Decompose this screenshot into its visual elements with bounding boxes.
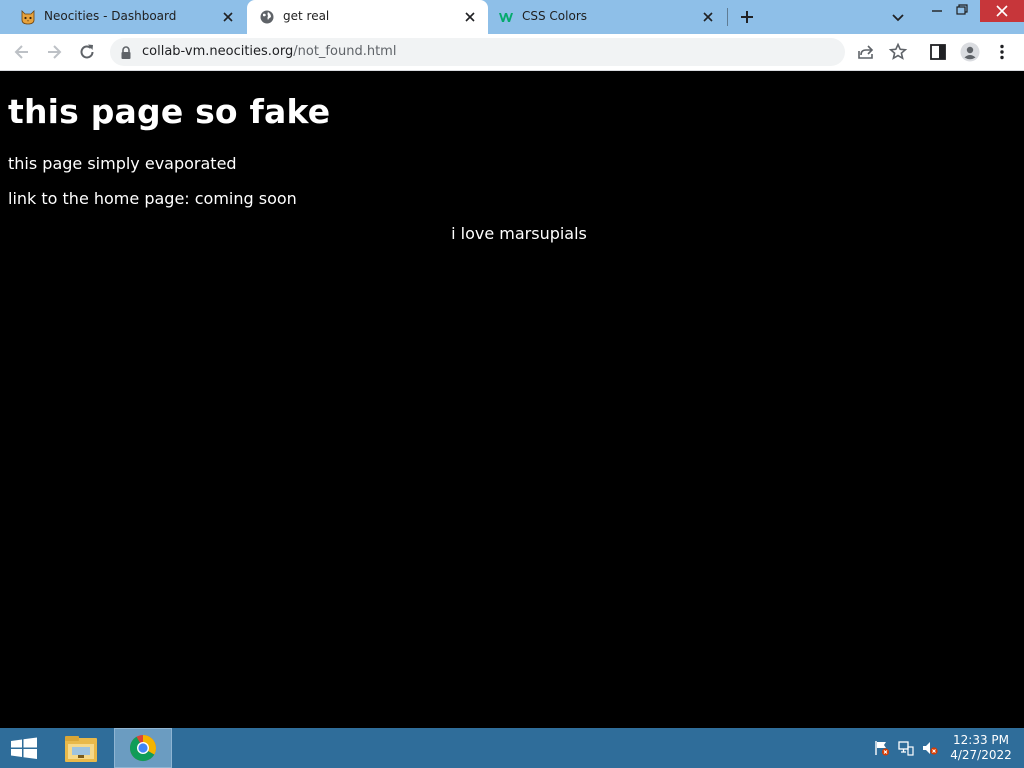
url-text: collab-vm.neocities.org/not_found.html <box>142 44 396 59</box>
tab-css-colors[interactable]: CSS Colors <box>488 0 726 34</box>
forward-arrow-icon[interactable] <box>44 42 64 62</box>
address-bar[interactable]: collab-vm.neocities.org/not_found.html <box>110 38 845 66</box>
chevron-down-icon[interactable] <box>890 9 906 25</box>
side-panel-icon[interactable] <box>928 42 948 62</box>
page-text-marsupials: i love marsupials <box>451 224 587 243</box>
close-tab-icon[interactable] <box>462 9 478 25</box>
clock-time: 12:33 PM <box>953 733 1009 747</box>
reload-icon[interactable] <box>77 42 97 62</box>
globe-icon <box>259 9 275 25</box>
bookmark-star-icon[interactable] <box>888 42 908 62</box>
tab-title: get real <box>283 9 330 23</box>
file-explorer-taskbar-button[interactable] <box>58 728 104 768</box>
page-text-evaporated: this page simply evaporated <box>8 154 237 173</box>
chrome-icon <box>129 735 157 762</box>
windows-taskbar: 12:33 PM 4/27/2022 <box>0 728 1024 768</box>
tab-strip: Neocities - Dashboard get real CSS Color… <box>0 0 1024 34</box>
restore-window-icon[interactable] <box>946 0 976 22</box>
close-tab-icon[interactable] <box>700 9 716 25</box>
tab-neocities-dashboard[interactable]: Neocities - Dashboard <box>0 0 246 34</box>
start-button[interactable] <box>0 728 48 768</box>
network-icon[interactable] <box>898 740 914 756</box>
web-page-content: this page so fake this page simply evapo… <box>0 71 1024 728</box>
tab-get-real[interactable]: get real <box>247 0 488 34</box>
new-tab-plus-icon[interactable] <box>738 8 756 26</box>
url-host: collab-vm.neocities.org <box>142 44 294 59</box>
action-center-flag-icon[interactable] <box>874 740 890 756</box>
close-tab-icon[interactable] <box>220 9 236 25</box>
tab-title: CSS Colors <box>522 9 588 23</box>
lock-icon[interactable] <box>120 45 132 59</box>
url-path: /not_found.html <box>293 44 397 59</box>
chrome-taskbar-button[interactable] <box>114 728 172 768</box>
clock-date: 4/27/2022 <box>950 748 1012 762</box>
page-heading: this page so fake <box>8 92 331 131</box>
file-explorer-icon <box>65 736 97 762</box>
w3schools-icon <box>498 9 514 25</box>
browser-toolbar: collab-vm.neocities.org/not_found.html <box>0 34 1024 71</box>
tab-separator <box>727 8 728 26</box>
tab-title: Neocities - Dashboard <box>44 9 177 23</box>
close-window-icon[interactable] <box>980 0 1024 22</box>
windows-start-icon <box>11 737 37 759</box>
menu-kebab-icon[interactable] <box>992 42 1012 62</box>
taskbar-clock[interactable]: 12:33 PM 4/27/2022 <box>948 733 1014 763</box>
profile-avatar-icon[interactable] <box>960 42 980 62</box>
share-icon[interactable] <box>856 42 876 62</box>
page-text-home-link: link to the home page: coming soon <box>8 189 297 208</box>
neocities-cat-icon <box>20 9 36 25</box>
back-arrow-icon[interactable] <box>12 42 32 62</box>
speaker-muted-icon[interactable] <box>922 740 938 756</box>
